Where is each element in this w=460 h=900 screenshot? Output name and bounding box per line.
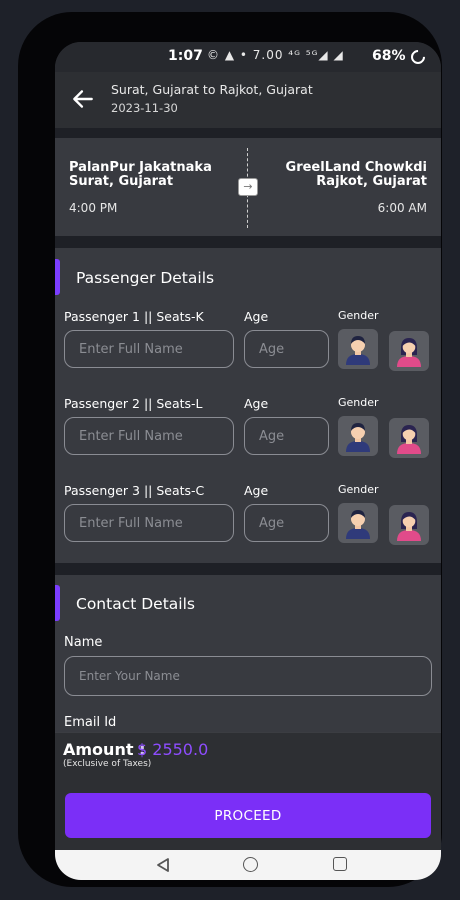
departure-time: 4:00 PM bbox=[69, 201, 118, 215]
route-title: Surat, Gujarat to Rajkot, Gujarat bbox=[111, 82, 313, 97]
section-title: Passenger Details bbox=[76, 269, 215, 287]
gender-label: Gender bbox=[338, 309, 379, 322]
passenger-name-input[interactable] bbox=[64, 504, 234, 542]
arrival-time: 6:00 AM bbox=[377, 201, 427, 215]
section-title: Contact Details bbox=[76, 595, 195, 613]
tax-note: (Exclusive of Taxes) bbox=[63, 759, 152, 769]
dropping-point: GreelLand Chowkdi Rajkot, Gujarat bbox=[285, 160, 427, 189]
nav-recents-icon[interactable] bbox=[333, 857, 347, 871]
passenger-name-input[interactable] bbox=[64, 417, 234, 455]
female-gender-button[interactable] bbox=[389, 418, 429, 458]
amount-label: Amount : bbox=[63, 740, 146, 759]
nav-home-icon[interactable] bbox=[243, 857, 258, 872]
female-avatar-icon bbox=[397, 338, 421, 367]
female-gender-button[interactable] bbox=[389, 331, 429, 371]
app-screen: 1:07 © ▲ • 7.00 ⁴ᴳ ⁵ᴳ◢ ◢ 68% Surat, Guja… bbox=[55, 42, 441, 880]
section-accent bbox=[55, 259, 60, 295]
passenger-age-input[interactable] bbox=[244, 504, 329, 542]
female-avatar-icon bbox=[397, 512, 421, 541]
male-gender-button[interactable] bbox=[338, 416, 378, 456]
age-label: Age bbox=[244, 483, 269, 498]
divider bbox=[55, 563, 441, 575]
app-bar: Surat, Gujarat to Rajkot, Gujarat 2023-1… bbox=[55, 72, 441, 128]
section-accent bbox=[55, 585, 60, 621]
contact-name-input[interactable] bbox=[64, 656, 432, 696]
gender-label: Gender bbox=[338, 483, 379, 496]
amount-value: $ 2550.0 bbox=[137, 740, 209, 759]
female-avatar-icon bbox=[397, 425, 421, 454]
nav-back-icon[interactable] bbox=[155, 857, 171, 873]
male-avatar-icon bbox=[346, 336, 370, 365]
checkout-bar: Amount : $ 2550.0 (Exclusive of Taxes) P… bbox=[55, 732, 441, 851]
female-gender-button[interactable] bbox=[389, 505, 429, 545]
battery-level: 68% bbox=[372, 48, 406, 64]
male-avatar-icon bbox=[346, 423, 370, 452]
arrow-left-icon[interactable] bbox=[70, 86, 96, 112]
passenger-label: Passenger 3 || Seats-C bbox=[64, 483, 205, 498]
proceed-button[interactable]: PROCEED bbox=[65, 793, 431, 838]
boarding-point: PalanPur Jakatnaka Surat, Gujarat bbox=[69, 160, 212, 189]
gender-label: Gender bbox=[338, 396, 379, 409]
journey-date: 2023-11-30 bbox=[111, 101, 178, 115]
passenger-label: Passenger 1 || Seats-K bbox=[64, 309, 204, 324]
trip-summary-card: PalanPur Jakatnaka Surat, Gujarat 4:00 P… bbox=[55, 138, 441, 236]
status-icons: © ▲ • 7.00 ⁴ᴳ ⁵ᴳ◢ ◢ bbox=[207, 48, 344, 62]
email-label: Email Id bbox=[64, 715, 117, 730]
passenger-name-input[interactable] bbox=[64, 330, 234, 368]
phone-frame: 1:07 © ▲ • 7.00 ⁴ᴳ ⁵ᴳ◢ ◢ 68% Surat, Guja… bbox=[18, 12, 442, 887]
male-avatar-icon bbox=[346, 510, 370, 539]
battery-icon bbox=[408, 47, 428, 67]
passenger-age-input[interactable] bbox=[244, 330, 329, 368]
age-label: Age bbox=[244, 396, 269, 411]
status-time: 1:07 bbox=[168, 48, 203, 64]
male-gender-button[interactable] bbox=[338, 329, 378, 369]
system-nav-bar bbox=[55, 850, 441, 880]
arrow-right-icon: → bbox=[238, 178, 258, 196]
divider bbox=[55, 128, 441, 138]
age-label: Age bbox=[244, 309, 269, 324]
male-gender-button[interactable] bbox=[338, 503, 378, 543]
passenger-age-input[interactable] bbox=[244, 417, 329, 455]
passenger-label: Passenger 2 || Seats-L bbox=[64, 396, 203, 411]
passenger-details-section: Passenger Details Passenger 1 || Seats-K… bbox=[55, 248, 441, 563]
divider bbox=[55, 236, 441, 248]
status-bar: 1:07 © ▲ • 7.00 ⁴ᴳ ⁵ᴳ◢ ◢ 68% bbox=[55, 42, 441, 72]
name-label: Name bbox=[64, 635, 103, 650]
